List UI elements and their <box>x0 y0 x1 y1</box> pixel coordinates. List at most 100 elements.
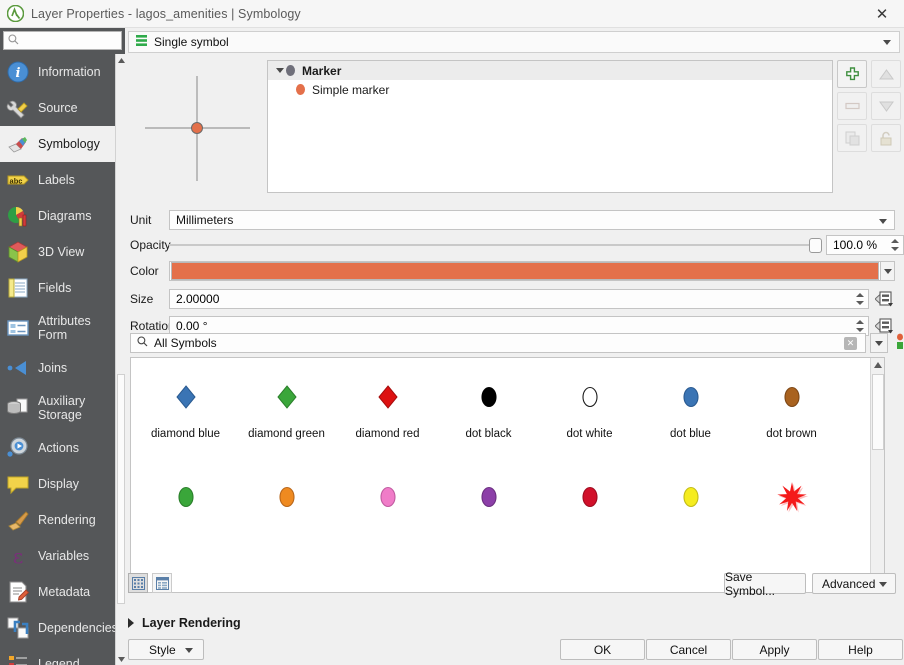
symbology-brush-icon <box>5 131 31 157</box>
symbol-item[interactable] <box>438 466 539 566</box>
sidebar-search-input[interactable] <box>22 34 116 47</box>
sidebar-item-joins[interactable]: Joins <box>0 350 115 386</box>
sidebar-item-3d-view[interactable]: 3D View <box>0 234 115 270</box>
symbol-item[interactable]: diamond blue <box>135 366 236 466</box>
symbol-layer-actions <box>837 60 901 152</box>
sidebar-item-symbology[interactable]: Symbology <box>0 126 115 162</box>
spinner-arrows-icon[interactable] <box>852 318 867 334</box>
sidebar-scroll-thumb[interactable] <box>117 374 125 604</box>
symbol-item-label: dot brown <box>766 428 817 440</box>
size-data-defined-override-button[interactable] <box>874 288 896 310</box>
chevron-down-icon[interactable] <box>879 219 887 224</box>
duplicate-button[interactable] <box>837 124 867 152</box>
move-up-button[interactable] <box>871 60 901 88</box>
spinner-arrows-icon[interactable] <box>852 291 867 307</box>
add-symbol-layer-button[interactable] <box>837 60 867 88</box>
symbol-item-label: diamond green <box>248 428 325 440</box>
sidebar-item-label: Fields <box>38 281 72 295</box>
lock-button[interactable] <box>871 124 901 152</box>
sidebar-item-label: Actions <box>38 441 79 455</box>
diamond-symbol-icon <box>174 366 198 428</box>
sidebar-item-information[interactable]: i Information <box>0 54 115 90</box>
sidebar-item-label: Source <box>38 101 78 115</box>
diagrams-chart-icon <box>5 203 31 229</box>
sidebar-item-diagrams[interactable]: Diagrams <box>0 198 115 234</box>
diamond-symbol-icon <box>376 366 400 428</box>
symbol-item[interactable]: dot black <box>438 366 539 466</box>
sidebar-item-label: Information <box>38 65 101 79</box>
opacity-spinbox[interactable]: 100.0 % <box>826 235 904 255</box>
sidebar-item-metadata[interactable]: Metadata <box>0 574 115 610</box>
list-view-icon[interactable] <box>152 573 172 593</box>
symbol-item[interactable] <box>337 466 438 566</box>
symbol-item[interactable]: dot blue <box>640 366 741 466</box>
move-down-button[interactable] <box>871 92 901 120</box>
scroll-up-icon[interactable] <box>871 358 884 372</box>
symbol-item[interactable] <box>236 466 337 566</box>
style-button[interactable]: Style <box>128 639 204 660</box>
opacity-slider[interactable] <box>169 235 822 255</box>
ok-button[interactable]: OK <box>560 639 645 660</box>
sidebar-item-actions[interactable]: Actions <box>0 430 115 466</box>
symbol-gallery[interactable]: diamond blue diamond green diamond red dot … <box>130 357 885 593</box>
gallery-scrollbar[interactable] <box>870 358 884 592</box>
renderer-select[interactable]: Single symbol <box>128 31 900 53</box>
save-symbol-button[interactable]: Save Symbol... <box>724 570 806 598</box>
symbol-item[interactable]: dot white <box>539 366 640 466</box>
sidebar-item-attributes-form[interactable]: Attributes Form <box>0 306 115 350</box>
tree-row[interactable]: Marker <box>268 61 832 80</box>
sidebar-item-display[interactable]: Display <box>0 466 115 502</box>
color-swatch[interactable] <box>171 262 879 280</box>
opacity-slider-track <box>169 244 822 246</box>
metadata-pencil-icon <box>5 579 31 605</box>
size-spinbox[interactable]: 2.00000 <box>169 289 869 309</box>
opacity-slider-handle[interactable] <box>809 238 822 253</box>
remove-symbol-layer-button[interactable] <box>837 92 867 120</box>
grid-view-icon[interactable] <box>128 573 148 593</box>
symbol-item[interactable] <box>741 466 842 566</box>
symbol-search-field[interactable]: All Symbols ✕ <box>130 333 866 353</box>
sidebar-item-rendering[interactable]: Rendering <box>0 502 115 538</box>
symbol-item[interactable] <box>640 466 741 566</box>
tree-row[interactable]: Simple marker <box>268 80 832 99</box>
style-manager-icon[interactable]: a <box>893 331 904 353</box>
information-icon: i <box>5 59 31 85</box>
sidebar-item-label: Symbology <box>38 137 100 151</box>
chevron-down-icon <box>879 582 887 587</box>
apply-button[interactable]: Apply <box>732 639 817 660</box>
spinner-arrows-icon[interactable] <box>887 237 902 253</box>
symbol-item-label: dot black <box>465 428 512 440</box>
color-button[interactable] <box>169 261 881 281</box>
tree-node-label: Marker <box>302 63 342 78</box>
chevron-down-icon[interactable] <box>883 40 891 45</box>
sidebar-item-auxiliary-storage[interactable]: Auxiliary Storage <box>0 386 115 430</box>
symbol-filter-dropdown[interactable] <box>870 333 888 353</box>
help-button[interactable]: Help <box>818 639 903 660</box>
sidebar-item-labels[interactable]: abc Labels <box>0 162 115 198</box>
symbol-layer-tree[interactable]: Marker Simple marker <box>267 60 833 193</box>
symbol-item[interactable] <box>135 466 236 566</box>
symbol-item[interactable]: diamond green <box>236 366 337 466</box>
color-dropdown-button[interactable] <box>881 261 895 281</box>
sidebar-item-source[interactable]: Source <box>0 90 115 126</box>
symbol-item[interactable] <box>539 466 640 566</box>
unit-value: Millimeters <box>176 213 234 227</box>
sidebar-search[interactable] <box>3 31 122 50</box>
sidebar-item-fields[interactable]: Fields <box>0 270 115 306</box>
gallery-view-toggles <box>128 573 172 593</box>
close-icon[interactable]: ✕ <box>860 0 904 28</box>
clear-x-icon[interactable]: ✕ <box>844 337 857 350</box>
gallery-scroll-thumb[interactable] <box>872 374 884 450</box>
rotation-value: 0.00 ° <box>176 319 208 333</box>
title-bar: Layer Properties - lagos_amenities | Sym… <box>0 0 904 28</box>
opacity-label: Opacity <box>130 238 171 252</box>
unit-select[interactable]: Millimeters <box>169 210 895 230</box>
cancel-button[interactable]: Cancel <box>646 639 731 660</box>
chevron-down-icon[interactable] <box>274 68 286 73</box>
symbol-item[interactable]: diamond red <box>337 366 438 466</box>
sidebar-item-variables[interactable]: ε Variables <box>0 538 115 574</box>
symbol-item[interactable]: dot brown <box>741 366 842 466</box>
sidebar-scrollbar[interactable] <box>115 54 126 665</box>
layer-rendering-section[interactable]: Layer Rendering <box>128 616 241 630</box>
advanced-button[interactable]: Advanced <box>812 573 896 594</box>
